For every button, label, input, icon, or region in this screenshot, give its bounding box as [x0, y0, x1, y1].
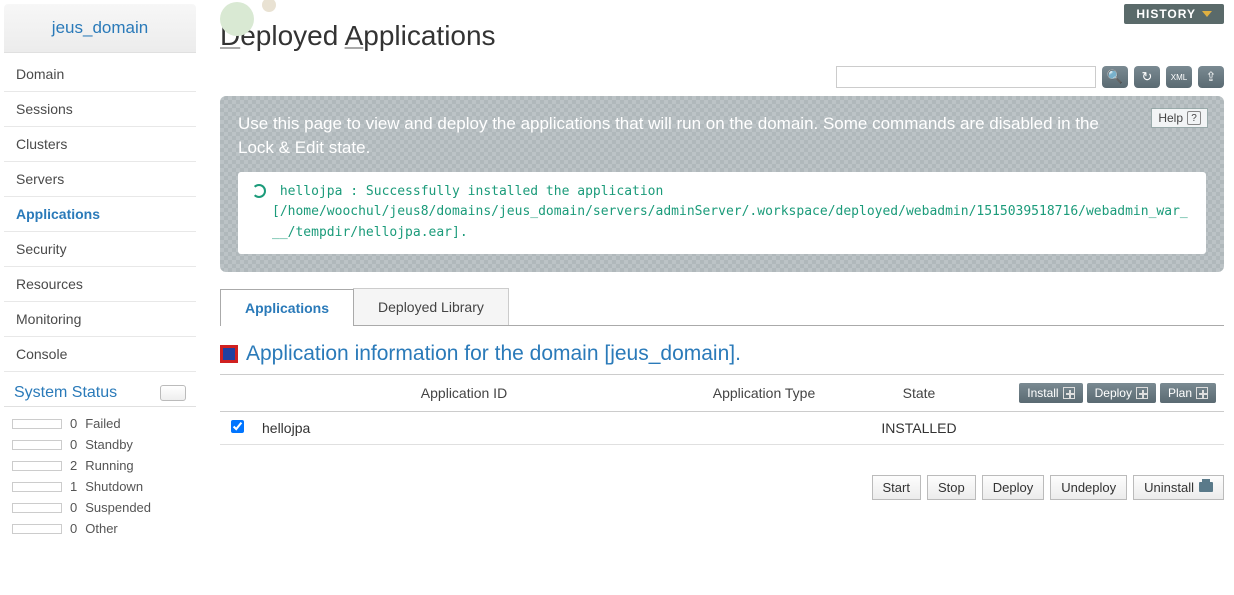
uninstall-icon [1199, 482, 1213, 492]
row-checkbox[interactable] [231, 420, 244, 433]
plan-button[interactable]: Plan [1160, 383, 1216, 403]
deploy-button[interactable]: Deploy [982, 475, 1044, 500]
col-state: State [854, 374, 984, 411]
refresh-button[interactable]: ↻ [1134, 66, 1160, 88]
xml-icon: XML [1171, 73, 1187, 82]
sidebar: jeus_domain Domain Sessions Clusters Ser… [0, 0, 200, 545]
sidebar-item-monitoring[interactable]: Monitoring [4, 302, 196, 337]
status-row-running: 2Running [12, 455, 188, 476]
history-label: HISTORY [1136, 7, 1196, 21]
nav-list: Domain Sessions Clusters Servers Applica… [4, 57, 196, 372]
tab-deployed-library[interactable]: Deployed Library [353, 288, 509, 325]
main-content: HISTORY Deployed Applications 🔍 ↻ XML ⇪ … [200, 0, 1234, 545]
uninstall-label: Uninstall [1144, 480, 1194, 495]
system-status-list: 0Failed 0Standby 2Running 1Shutdown 0Sus… [0, 407, 200, 545]
applications-table: Application ID Application Type State In… [220, 374, 1224, 445]
info-text: Use this page to view and deploy the app… [238, 112, 1116, 160]
col-app-id: Application ID [254, 374, 674, 411]
status-row-suspended: 0Suspended [12, 497, 188, 518]
system-status-header: System Status [4, 376, 196, 407]
install-button[interactable]: Install [1019, 383, 1082, 403]
status-row-standby: 0Standby [12, 434, 188, 455]
undeploy-button[interactable]: Undeploy [1050, 475, 1127, 500]
uninstall-button[interactable]: Uninstall [1133, 475, 1224, 500]
history-button[interactable]: HISTORY [1124, 4, 1224, 24]
success-icon [252, 184, 266, 198]
start-button[interactable]: Start [872, 475, 921, 500]
section-title-text: Application information for the domain [… [246, 342, 741, 366]
export-icon: ⇪ [1206, 69, 1217, 85]
bottom-actions: Start Stop Deploy Undeploy Uninstall [220, 475, 1224, 500]
export-button[interactable]: ⇪ [1198, 66, 1224, 88]
sidebar-item-console[interactable]: Console [4, 337, 196, 372]
col-checkbox [220, 374, 254, 411]
status-row-failed: 0Failed [12, 413, 188, 434]
sidebar-item-clusters[interactable]: Clusters [4, 127, 196, 162]
col-app-type: Application Type [674, 374, 854, 411]
sidebar-item-servers[interactable]: Servers [4, 162, 196, 197]
search-button[interactable]: 🔍 [1102, 66, 1128, 88]
xml-button[interactable]: XML [1166, 66, 1192, 88]
deploy-header-button[interactable]: Deploy [1087, 383, 1156, 403]
refresh-icon: ↻ [1142, 69, 1153, 85]
keyboard-icon[interactable] [160, 385, 186, 401]
col-actions: Install Deploy Plan [984, 374, 1224, 411]
decorative-dots [220, 2, 276, 39]
message-path: [/home/woochul/jeus8/domains/jeus_domain… [252, 202, 1192, 244]
plus-icon [1196, 387, 1208, 399]
system-status-title: System Status [14, 384, 117, 402]
cell-actions [984, 411, 1224, 444]
domain-title[interactable]: jeus_domain [4, 4, 196, 53]
cell-app-type [674, 411, 854, 444]
cell-state: INSTALLED [854, 411, 984, 444]
help-button[interactable]: Help ? [1151, 108, 1208, 128]
sidebar-item-security[interactable]: Security [4, 232, 196, 267]
info-panel: Help ? Use this page to view and deploy … [220, 96, 1224, 272]
success-message: hellojpa : Successfully installed the ap… [238, 172, 1206, 254]
status-row-other: 0Other [12, 518, 188, 539]
table-row: hellojpa INSTALLED [220, 411, 1224, 444]
plus-icon [1063, 387, 1075, 399]
search-input[interactable] [836, 66, 1096, 88]
toolbar: 🔍 ↻ XML ⇪ [220, 66, 1224, 88]
page-title: Deployed Applications [220, 0, 1224, 66]
tabs: Applications Deployed Library [220, 288, 1224, 326]
help-label: Help [1158, 111, 1183, 125]
chevron-down-icon [1202, 11, 1212, 17]
sidebar-item-sessions[interactable]: Sessions [4, 92, 196, 127]
search-icon: 🔍 [1107, 69, 1123, 85]
status-row-shutdown: 1Shutdown [12, 476, 188, 497]
message-label: hellojpa : Successfully installed the ap… [280, 184, 664, 199]
sidebar-item-resources[interactable]: Resources [4, 267, 196, 302]
help-icon: ? [1187, 111, 1201, 125]
sidebar-item-applications[interactable]: Applications [4, 197, 196, 232]
sidebar-item-domain[interactable]: Domain [4, 57, 196, 92]
cell-app-id: hellojpa [254, 411, 674, 444]
tab-applications[interactable]: Applications [220, 289, 354, 326]
section-title: Application information for the domain [… [220, 326, 1224, 374]
stop-button[interactable]: Stop [927, 475, 976, 500]
plus-icon [1136, 387, 1148, 399]
section-icon [220, 345, 238, 363]
